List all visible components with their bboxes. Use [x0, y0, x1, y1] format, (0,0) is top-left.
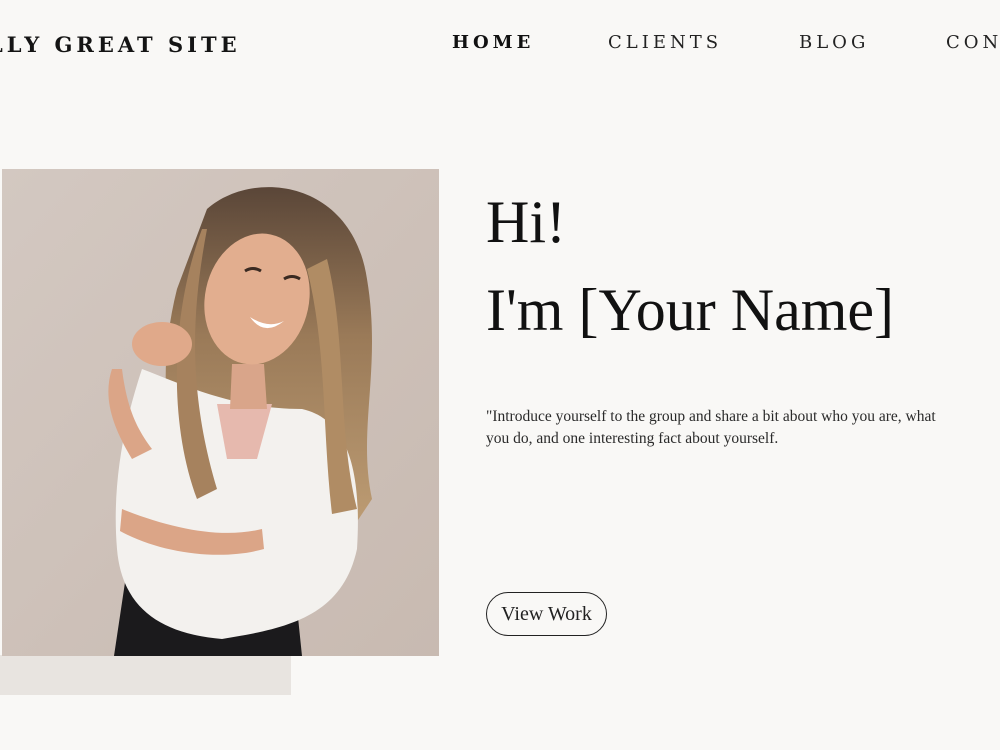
nav-item-contact[interactable]: CONT	[946, 32, 1000, 53]
nav-item-blog[interactable]: BLOG	[799, 32, 869, 53]
view-work-button[interactable]: View Work	[486, 592, 607, 636]
headline-name: I'm [Your Name]	[486, 277, 894, 343]
site-title[interactable]: LLY GREAT SITE	[0, 32, 241, 57]
hero-headline: Hi! I'm [Your Name]	[486, 178, 894, 354]
decorative-accent-block	[0, 655, 291, 695]
nav-item-clients[interactable]: CLIENTS	[608, 32, 722, 53]
portrait-illustration	[2, 169, 439, 656]
intro-text: "Introduce yourself to the group and sha…	[486, 407, 936, 447]
profile-photo	[2, 169, 439, 656]
headline-greeting: Hi!	[486, 189, 566, 255]
nav-item-home[interactable]: HOME	[452, 32, 534, 53]
